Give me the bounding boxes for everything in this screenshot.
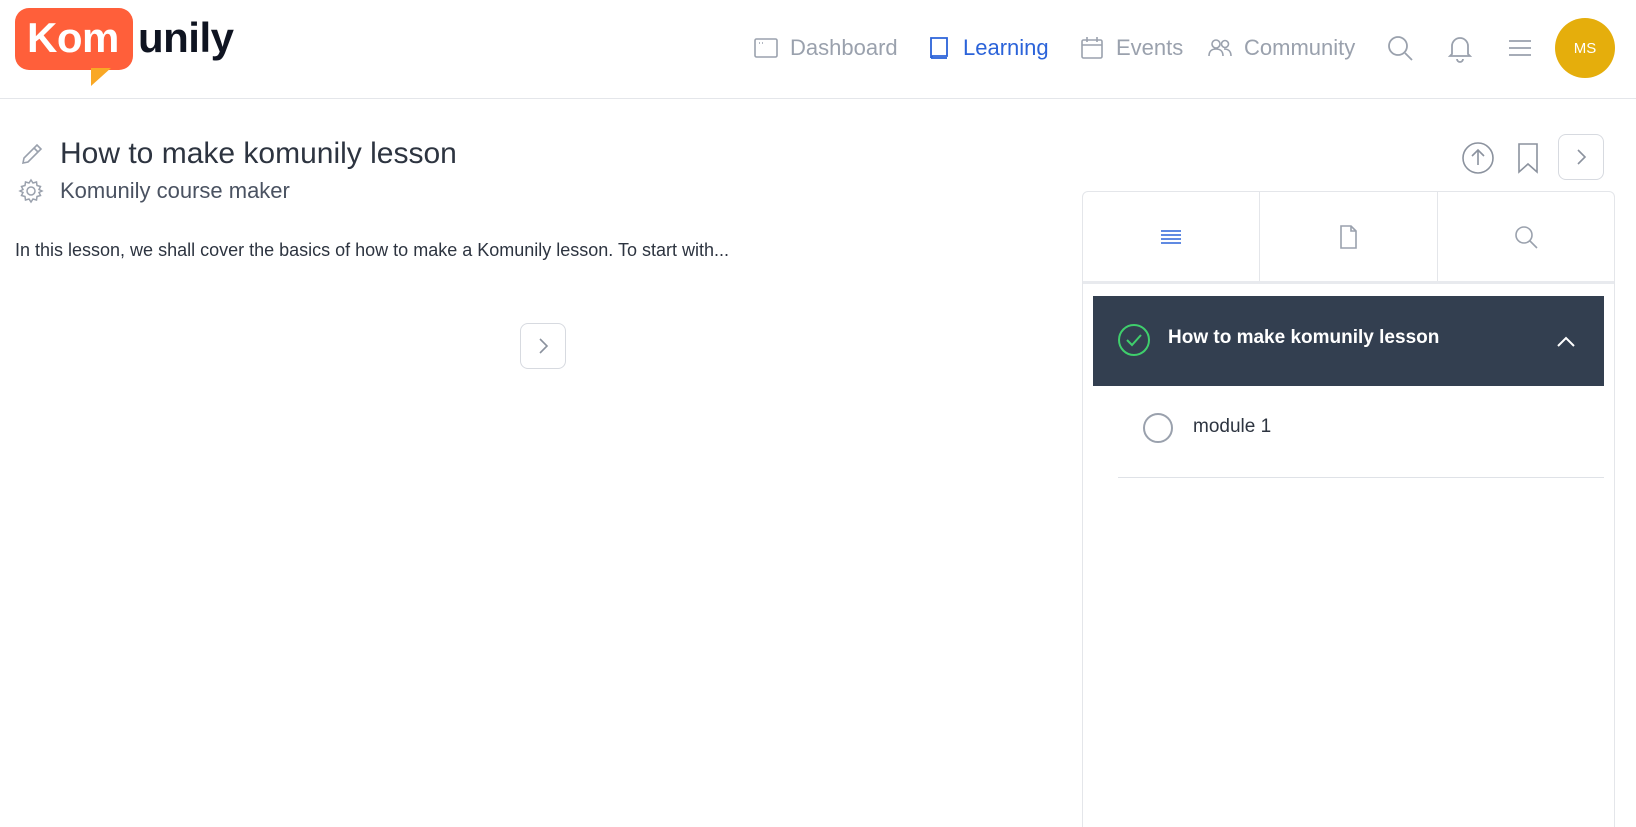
nav-events[interactable]: Events <box>1078 30 1183 66</box>
komunily-logo[interactable]: Kom unily <box>15 8 255 90</box>
top-navbar: Kom unily Dashboard Learning Events Comm… <box>0 0 1636 99</box>
bell-icon <box>1447 37 1473 63</box>
lesson-title: How to make komunily lesson <box>60 137 457 170</box>
tab-documents[interactable] <box>1260 192 1438 281</box>
next-lesson-button[interactable] <box>1558 134 1604 180</box>
outline-section-title: How to make komunily lesson <box>1168 327 1440 348</box>
edit-lesson-button[interactable] <box>18 140 46 168</box>
nav-dashboard[interactable]: Dashboard <box>752 30 898 66</box>
search-icon <box>1515 225 1538 249</box>
outline-module-item[interactable]: module 1 <box>1118 386 1604 478</box>
course-settings-button[interactable] <box>17 177 45 205</box>
nav-learning[interactable]: Learning <box>925 30 1049 66</box>
nav-community[interactable]: Community <box>1206 30 1355 66</box>
tab-search[interactable] <box>1438 192 1614 281</box>
user-avatar[interactable]: MS <box>1555 18 1615 78</box>
nav-community-label: Community <box>1244 35 1356 60</box>
bookmark-button[interactable] <box>1510 140 1546 176</box>
menu-icon <box>1509 40 1531 56</box>
search-icon <box>1388 36 1413 61</box>
chevron-right-icon <box>1577 149 1587 165</box>
window-icon <box>754 38 778 58</box>
completed-check-icon <box>1117 323 1151 357</box>
course-name: Komunily course maker <box>60 178 290 203</box>
logo-bubble-tail <box>91 68 111 86</box>
logo-text-kom: Kom <box>27 14 119 61</box>
user-initials: MS <box>1573 39 1597 57</box>
notifications-button[interactable] <box>1444 32 1476 64</box>
tab-outline[interactable] <box>1083 192 1261 281</box>
gear-icon <box>18 178 44 204</box>
outline-section-header[interactable]: How to make komunily lesson <box>1093 296 1604 386</box>
nav-events-label: Events <box>1116 35 1184 60</box>
list-icon <box>1161 229 1182 244</box>
calendar-icon <box>1081 37 1103 59</box>
main-menu-button[interactable] <box>1504 32 1536 64</box>
course-outline-panel: How to make komunily lesson module 1 <box>1082 191 1615 827</box>
next-page-button[interactable] <box>520 323 566 369</box>
bookmark-icon <box>1518 143 1538 174</box>
panel-tabs <box>1083 192 1614 284</box>
chevron-up-icon[interactable] <box>1553 329 1579 355</box>
pencil-icon <box>21 143 43 165</box>
chevron-right-icon <box>539 338 549 354</box>
outline-module-label: module 1 <box>1193 416 1272 437</box>
header-search-button[interactable] <box>1384 32 1416 64</box>
upload-button[interactable] <box>1460 140 1496 176</box>
book-icon <box>930 37 948 59</box>
nav-learning-label: Learning <box>963 35 1049 60</box>
document-icon <box>1340 224 1358 249</box>
upload-icon <box>1462 142 1494 174</box>
incomplete-circle-icon <box>1143 413 1173 443</box>
users-icon <box>1208 39 1232 57</box>
logo-text-unily: unily <box>138 14 234 61</box>
nav-dashboard-label: Dashboard <box>790 35 898 60</box>
lesson-body-text: In this lesson, we shall cover the basic… <box>15 240 729 260</box>
